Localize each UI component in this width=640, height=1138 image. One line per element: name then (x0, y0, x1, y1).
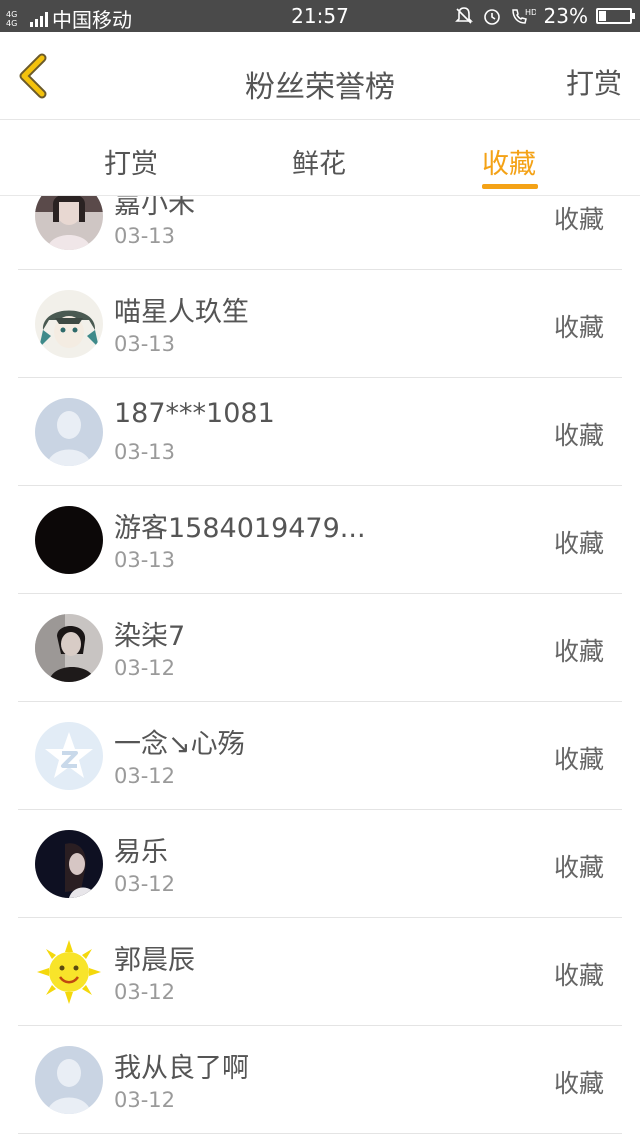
user-name: 郭晨辰 (114, 945, 195, 976)
list-item[interactable]: 我从良了啊 03-12 收藏 (18, 1026, 622, 1134)
default-user-avatar (35, 398, 103, 466)
fans-list: 嘉小禾 03-13 收藏 喵星人玖笙 03-13 收藏 187***1081 0… (0, 196, 640, 1138)
favorite-action-label: 收藏 (553, 205, 604, 234)
qzone-star-avatar (35, 722, 103, 790)
favorite-date: 03-12 (114, 764, 176, 788)
anime-avatar (35, 290, 103, 358)
reward-button[interactable]: 打赏 (566, 62, 622, 102)
user-name: 我从良了啊 (114, 1053, 249, 1084)
tab-flowers[interactable]: 鲜花 (292, 142, 346, 181)
favorite-date: 03-12 (114, 872, 176, 896)
girl-photo-avatar (35, 196, 103, 250)
list-item[interactable]: 游客1584019479... 03-13 收藏 (18, 486, 622, 594)
favorite-action-label: 收藏 (553, 961, 604, 990)
favorite-date: 03-13 (114, 440, 176, 464)
tab-favorites[interactable]: 收藏 (482, 142, 536, 181)
tab-bar: 打赏 鲜花 收藏 (0, 120, 640, 196)
status-bar: 4G 4G 中国移动 21:57 HD 23% (0, 0, 640, 32)
list-item[interactable]: 郭晨辰 03-12 收藏 (18, 918, 622, 1026)
list-item[interactable]: 染柒7 03-12 收藏 (18, 594, 622, 702)
list-item[interactable]: 187***1081 03-13 收藏 (18, 378, 622, 486)
favorite-date: 03-13 (114, 548, 176, 572)
favorite-action-label: 收藏 (553, 853, 604, 882)
list-item[interactable]: 易乐 03-12 收藏 (18, 810, 622, 918)
favorite-date: 03-13 (114, 224, 176, 248)
favorite-action-label: 收藏 (553, 637, 604, 666)
default-user-avatar (35, 1046, 103, 1114)
battery-percent: 23% (543, 4, 588, 28)
favorite-action-label: 收藏 (553, 1069, 604, 1098)
user-name: 易乐 (114, 837, 168, 868)
favorite-date: 03-12 (114, 656, 176, 680)
favorite-date: 03-13 (114, 332, 176, 356)
favorite-date: 03-12 (114, 1088, 176, 1112)
hd-call-icon: HD (511, 8, 536, 24)
dark-portrait-avatar (35, 830, 103, 898)
favorite-date: 03-12 (114, 980, 176, 1004)
user-name: 游客1584019479... (114, 513, 366, 544)
tab-active-indicator (482, 184, 538, 189)
tab-reward[interactable]: 打赏 (104, 142, 158, 181)
alarm-icon (483, 9, 500, 25)
user-name: 嘉小禾 (114, 196, 195, 220)
list-item[interactable]: 喵星人玖笙 03-13 收藏 (18, 270, 622, 378)
user-name: 187***1081 (114, 398, 275, 429)
list-item[interactable]: 嘉小禾 03-13 收藏 (18, 196, 622, 270)
page-title: 粉丝荣誉榜 (245, 70, 395, 105)
status-right: HD 23% (454, 4, 635, 28)
user-name: 喵星人玖笙 (114, 297, 249, 328)
sun-cartoon-avatar (35, 938, 103, 1006)
favorite-action-label: 收藏 (553, 421, 604, 450)
list-item[interactable]: 一念↘心殇 03-12 收藏 (18, 702, 622, 810)
favorite-action-label: 收藏 (553, 745, 604, 774)
notification-off-icon (454, 7, 473, 24)
black-avatar (35, 506, 103, 574)
svg-text:HD: HD (525, 8, 536, 17)
person-photo-avatar (35, 614, 103, 682)
user-name: 一念↘心殇 (114, 729, 245, 760)
favorite-action-label: 收藏 (553, 529, 604, 558)
favorite-action-label: 收藏 (553, 313, 604, 342)
battery-icon (596, 8, 635, 24)
nav-bar: 粉丝荣誉榜 打赏 (0, 32, 640, 120)
user-name: 染柒7 (114, 621, 186, 652)
